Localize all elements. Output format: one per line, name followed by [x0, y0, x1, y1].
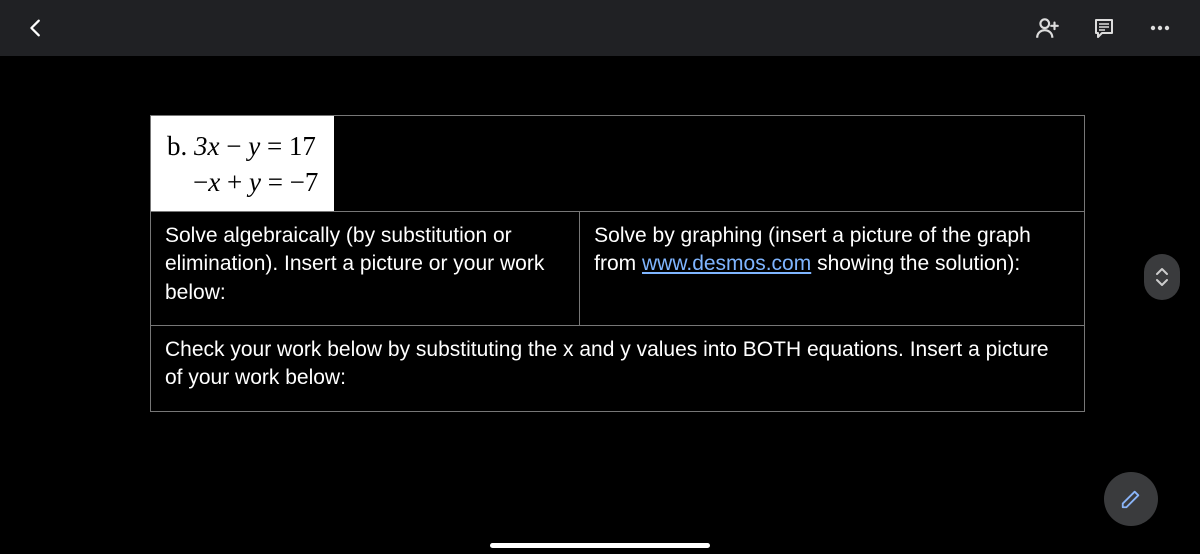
graphing-cell: Solve by graphing (insert a picture of t… [580, 212, 1084, 325]
more-button[interactable] [1144, 12, 1176, 44]
pencil-icon [1120, 488, 1142, 510]
equation-1: b. 3x − y = 17 [167, 128, 318, 164]
chevron-down-icon [1155, 278, 1169, 288]
graphing-instruction-post: showing the solution): [811, 252, 1020, 275]
person-add-icon [1035, 15, 1061, 41]
chevron-up-icon [1155, 266, 1169, 276]
check-instruction: Check your work below by substituting th… [165, 338, 1049, 389]
comments-button[interactable] [1088, 12, 1120, 44]
chevron-left-icon [25, 17, 47, 39]
more-horizontal-icon [1148, 16, 1172, 40]
algebraic-cell: Solve algebraically (by substitution or … [151, 212, 580, 325]
equation-box: b. 3x − y = 17 −x + y = −7 [151, 116, 334, 211]
problem-label: b. [167, 131, 187, 161]
check-cell: Check your work below by substituting th… [151, 325, 1084, 411]
add-person-button[interactable] [1032, 12, 1064, 44]
algebraic-instruction: Solve algebraically (by substitution or … [165, 224, 544, 304]
comment-icon [1092, 16, 1116, 40]
topbar-actions [1032, 12, 1176, 44]
back-button[interactable] [16, 8, 56, 48]
edit-fab[interactable] [1104, 472, 1158, 526]
desmos-link[interactable]: www.desmos.com [642, 252, 811, 275]
home-indicator [490, 543, 710, 548]
topbar [0, 0, 1200, 56]
document-content: b. 3x − y = 17 −x + y = −7 Solve algebra… [150, 115, 1085, 412]
instruction-row: Solve algebraically (by substitution or … [151, 211, 1084, 325]
equation-2: −x + y = −7 [167, 164, 318, 200]
expand-toggle[interactable] [1144, 254, 1180, 300]
